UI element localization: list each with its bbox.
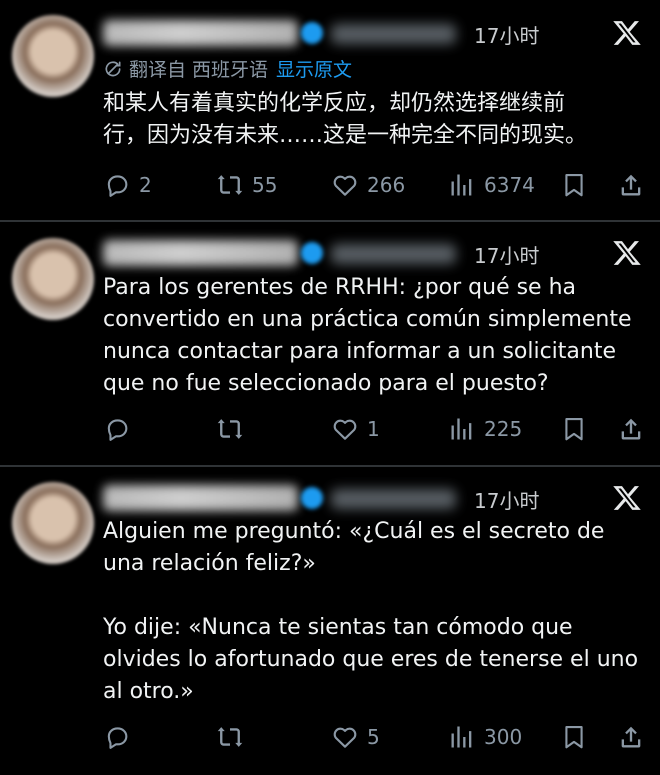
author-name-blurred[interactable] (103, 240, 458, 266)
views-icon (448, 723, 476, 751)
views-icon (448, 171, 476, 199)
reply-button[interactable]: 2 (103, 169, 152, 201)
views-button[interactable]: 225 (448, 413, 522, 445)
translated-from-label: 翻译自 西班牙语 (129, 59, 269, 81)
reply-button[interactable] (103, 413, 139, 445)
timestamp[interactable]: 17小时 (474, 240, 539, 269)
action-bar: 1 225 (103, 413, 651, 445)
reply-icon (103, 171, 131, 199)
translation-info: 翻译自 西班牙语 显示原文 (103, 55, 352, 82)
repost-icon (216, 171, 244, 199)
views-count: 6374 (484, 173, 535, 197)
x-logo-icon[interactable] (611, 483, 643, 513)
reply-count: 2 (139, 173, 152, 197)
tweet-text: Alguien me preguntó: «¿Cuál es el secret… (103, 519, 639, 704)
heart-icon (331, 171, 359, 199)
timestamp[interactable]: 17小时 (474, 20, 539, 49)
author-name-blurred[interactable] (103, 20, 458, 46)
avatar[interactable] (12, 15, 94, 97)
like-button[interactable]: 266 (331, 169, 405, 201)
handle (331, 489, 456, 509)
heart-icon (331, 415, 359, 443)
bookmark-button[interactable] (560, 169, 588, 201)
avatar[interactable] (12, 482, 94, 564)
show-original-link[interactable]: 显示原文 (276, 55, 352, 82)
views-button[interactable]: 6374 (448, 169, 535, 201)
views-button[interactable]: 300 (448, 721, 522, 753)
repost-button[interactable]: 55 (216, 169, 277, 201)
tweet-item[interactable]: 17小时 Alguien me preguntó: «¿Cuál es el s… (0, 467, 660, 775)
tweet-item[interactable]: 17小时 翻译自 西班牙语 显示原文 和某人有着真实的化学反应，却仍然选择继续前… (0, 0, 660, 220)
reply-button[interactable] (103, 721, 139, 753)
share-button[interactable] (617, 169, 645, 201)
bookmark-button[interactable] (560, 721, 588, 753)
share-button[interactable] (617, 721, 645, 753)
like-button[interactable]: 5 (331, 721, 380, 753)
views-count: 225 (484, 417, 523, 441)
display-name (103, 20, 298, 46)
like-count: 266 (367, 173, 406, 197)
share-icon (617, 415, 645, 443)
views-icon (448, 415, 476, 443)
tweet-text: Para los gerentes de RRHH: ¿por qué se h… (103, 275, 632, 396)
action-bar: 5 300 (103, 721, 651, 753)
handle (331, 24, 456, 44)
author-name-blurred[interactable] (103, 485, 458, 511)
bookmark-icon (560, 171, 588, 199)
x-logo-icon[interactable] (611, 238, 643, 268)
like-count: 5 (367, 725, 380, 749)
reply-icon (103, 415, 131, 443)
display-name (103, 485, 298, 511)
handle (331, 244, 456, 264)
bookmark-icon (560, 415, 588, 443)
tweet-text: 和某人有着真实的化学反应，却仍然选择继续前 行，因为没有未来……这是一种完全不同… (103, 91, 588, 148)
bookmark-button[interactable] (560, 413, 588, 445)
tweet-item[interactable]: 17小时 Para los gerentes de RRHH: ¿por qué… (0, 222, 660, 465)
share-button[interactable] (617, 413, 645, 445)
repost-count: 55 (252, 173, 278, 197)
share-icon (617, 171, 645, 199)
bookmark-icon (560, 723, 588, 751)
heart-icon (331, 723, 359, 751)
x-logo-icon[interactable] (611, 18, 643, 48)
like-button[interactable]: 1 (331, 413, 380, 445)
repost-icon (216, 723, 244, 751)
translate-icon (103, 59, 123, 79)
views-count: 300 (484, 725, 523, 749)
like-count: 1 (367, 417, 380, 441)
action-bar: 2 55 266 6374 (103, 169, 651, 201)
timestamp[interactable]: 17小时 (474, 485, 539, 514)
repost-button[interactable] (216, 413, 252, 445)
display-name (103, 240, 298, 266)
reply-icon (103, 723, 131, 751)
verified-badge-icon (301, 242, 323, 264)
repost-button[interactable] (216, 721, 252, 753)
verified-badge-icon (301, 22, 323, 44)
tweet-feed: 17小时 翻译自 西班牙语 显示原文 和某人有着真实的化学反应，却仍然选择继续前… (0, 0, 660, 775)
repost-icon (216, 415, 244, 443)
share-icon (617, 723, 645, 751)
avatar[interactable] (12, 238, 94, 320)
verified-badge-icon (301, 487, 323, 509)
